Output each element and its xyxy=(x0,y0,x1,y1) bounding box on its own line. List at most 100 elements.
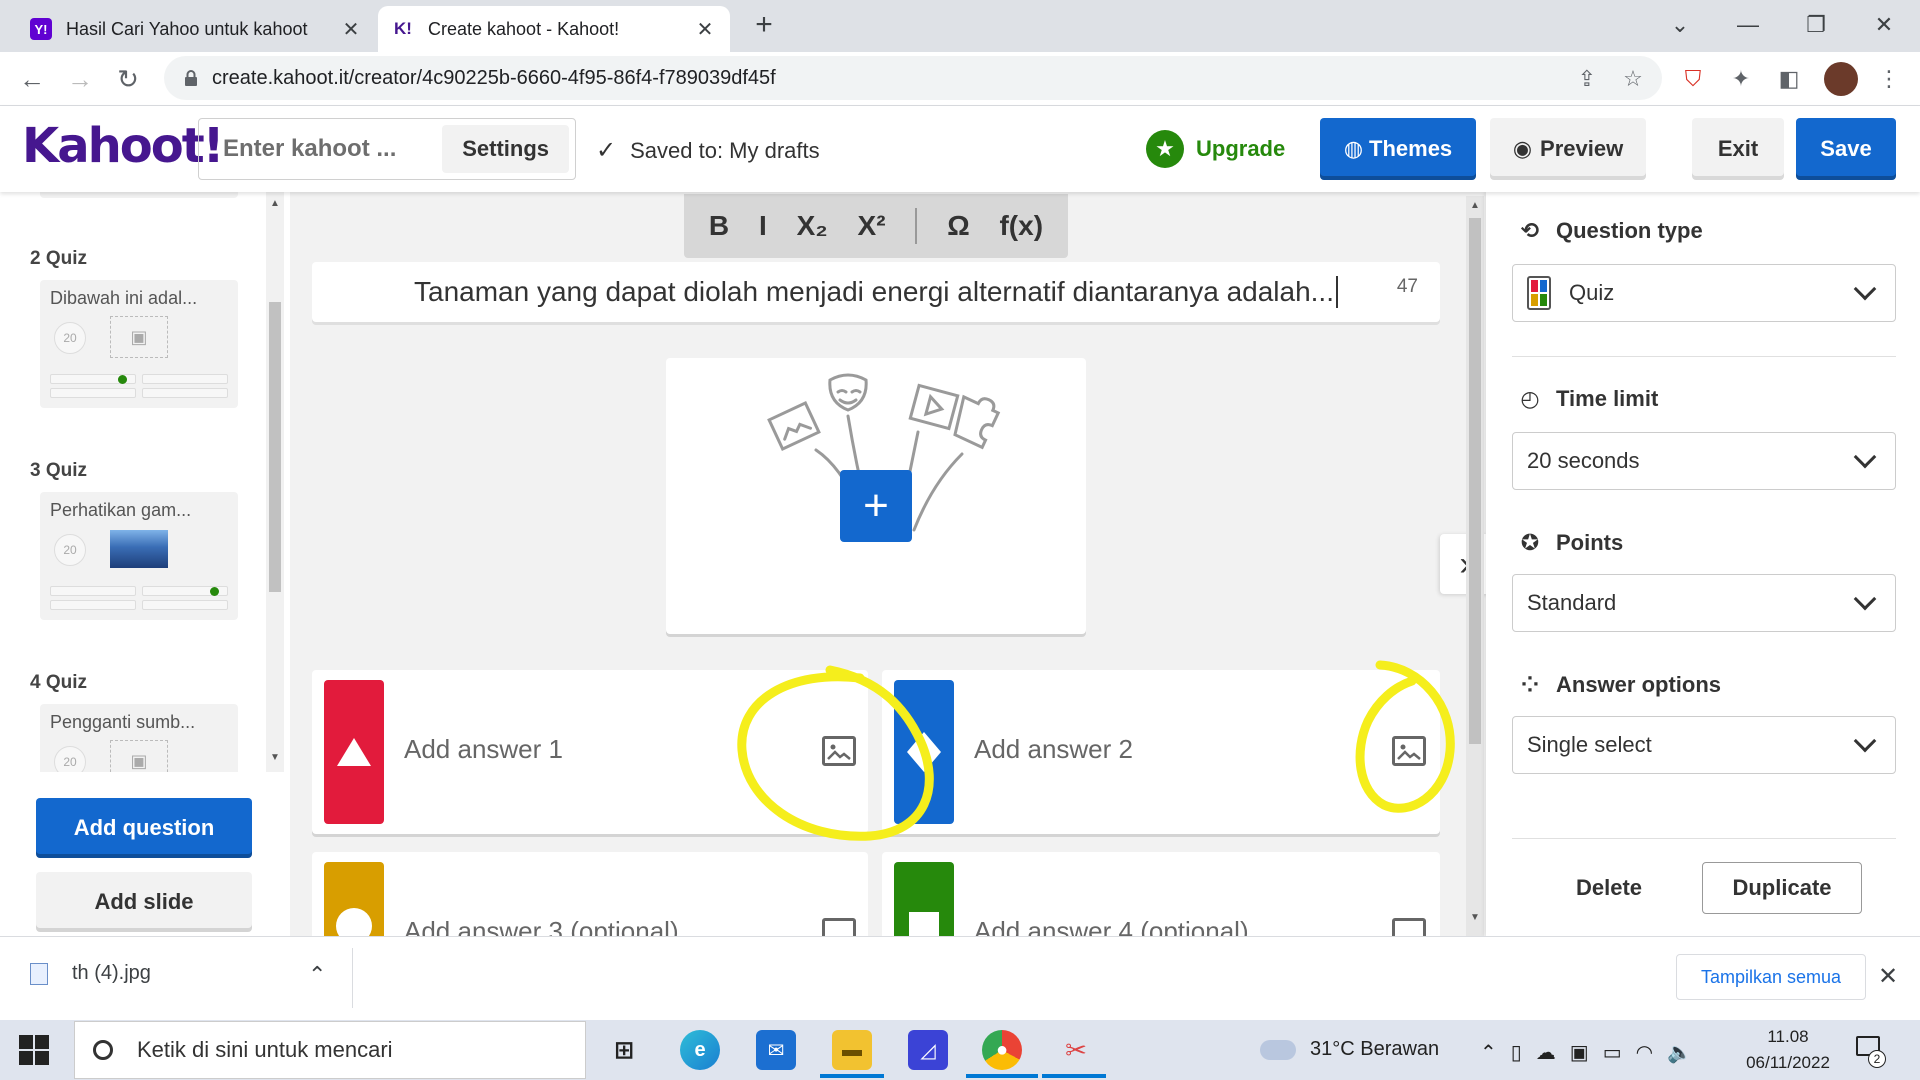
browser-menu-icon[interactable]: ⋮ xyxy=(1872,62,1906,96)
tab-search-chevron-icon[interactable]: ⌄ xyxy=(1660,8,1700,42)
device-icon[interactable]: ▯ xyxy=(1511,1040,1522,1065)
delete-button[interactable]: Delete xyxy=(1552,862,1666,914)
show-hidden-icons-chevron-icon[interactable]: ⌃ xyxy=(1480,1040,1497,1065)
scroll-up-icon[interactable]: ▲ xyxy=(1470,200,1480,211)
back-icon[interactable]: ← xyxy=(14,62,50,98)
notification-center-icon[interactable]: 2 xyxy=(1856,1036,1886,1068)
scroll-down-icon[interactable]: ▼ xyxy=(270,752,280,763)
divider xyxy=(352,948,353,1008)
taskbar-clock[interactable]: 11.08 06/11/2022 xyxy=(1740,1024,1836,1076)
canvas-scrollbar[interactable]: ▲ ▼ xyxy=(1466,196,1484,936)
kahoot-logo[interactable]: Kahoot! xyxy=(22,118,225,174)
title-placeholder[interactable]: Enter kahoot ... xyxy=(223,135,442,163)
save-button[interactable]: Save xyxy=(1796,118,1896,180)
themes-button[interactable]: ◍ Themes xyxy=(1320,118,1476,180)
slide-card[interactable]: Perhatikan gam... 20 xyxy=(40,492,238,620)
new-tab-button[interactable]: + xyxy=(748,10,780,42)
extensions-puzzle-icon[interactable]: ✦ xyxy=(1724,62,1758,96)
answer-option-1[interactable]: Add answer 1 xyxy=(312,670,868,834)
mail-icon[interactable]: ✉ xyxy=(756,1030,796,1070)
settings-button[interactable]: Settings xyxy=(442,125,569,173)
snipping-tool-icon[interactable]: ✂ xyxy=(1056,1030,1096,1070)
add-image-icon[interactable] xyxy=(822,736,856,766)
correct-dot xyxy=(118,375,127,384)
add-slide-button[interactable]: Add slide xyxy=(36,872,252,932)
scrollbar-thumb[interactable] xyxy=(1469,218,1481,744)
add-image-icon[interactable] xyxy=(1392,736,1426,766)
minimize-icon[interactable]: — xyxy=(1728,8,1768,42)
equation-button[interactable]: f(x) xyxy=(999,210,1043,242)
add-media-plus-icon[interactable]: + xyxy=(840,470,912,542)
divider xyxy=(1512,356,1896,357)
share-icon[interactable]: ⇪ xyxy=(1570,62,1604,96)
notification-count: 2 xyxy=(1868,1050,1886,1068)
battery-icon[interactable]: ▭ xyxy=(1603,1040,1622,1065)
screen-icon[interactable]: ▣ xyxy=(1570,1040,1589,1065)
slide-label: 4 Quiz xyxy=(30,672,88,693)
duplicate-button[interactable]: Duplicate xyxy=(1702,862,1862,914)
forward-icon[interactable]: → xyxy=(62,62,98,98)
reload-icon[interactable]: ↻ xyxy=(110,62,146,98)
taskbar-search-input[interactable]: Ketik di sini untuk mencari xyxy=(74,1021,586,1079)
question-type-select[interactable]: Quiz xyxy=(1512,264,1896,322)
answer-line xyxy=(50,600,136,610)
italic-button[interactable]: I xyxy=(759,210,767,242)
address-bar[interactable]: create.kahoot.it/creator/4c90225b-6660-4… xyxy=(164,56,1662,100)
themes-label: Themes xyxy=(1369,136,1453,161)
points-select[interactable]: Standard xyxy=(1512,574,1896,632)
add-question-button[interactable]: Add question xyxy=(36,798,252,858)
wifi-icon[interactable]: ◠ xyxy=(1636,1040,1653,1065)
chrome-icon[interactable]: ● xyxy=(982,1030,1022,1070)
answer-text[interactable]: Add answer 2 xyxy=(974,734,1133,765)
answer-option-2[interactable]: Add answer 2 xyxy=(882,670,1440,834)
special-characters-button[interactable]: Ω xyxy=(947,210,969,242)
slide-card-partial[interactable] xyxy=(40,192,238,198)
restore-icon[interactable]: ❐ xyxy=(1796,8,1836,42)
bold-button[interactable]: B xyxy=(709,210,729,242)
time-limit-select[interactable]: 20 seconds xyxy=(1512,432,1896,490)
slide-card[interactable]: Dibawah ini adal... 20 ▣ xyxy=(40,280,238,408)
volume-icon[interactable]: 🔈 xyxy=(1667,1040,1692,1065)
kahoot-title-field[interactable]: Enter kahoot ... Settings xyxy=(198,118,576,180)
question-type-value: Quiz xyxy=(1569,280,1615,305)
question-text[interactable]: Tanaman yang dapat diolah menjadi energi… xyxy=(414,276,1334,308)
show-all-downloads-button[interactable]: Tampilkan semua xyxy=(1676,954,1866,1000)
profile-avatar[interactable] xyxy=(1824,62,1858,96)
tab-close-icon[interactable]: ✕ xyxy=(340,17,362,42)
chevron-up-icon[interactable]: ⌃ xyxy=(308,962,326,988)
windows-start-icon[interactable] xyxy=(18,1034,50,1066)
question-input[interactable]: Tanaman yang dapat diolah menjadi energi… xyxy=(312,262,1440,322)
answer-options-select[interactable]: Single select xyxy=(1512,716,1896,774)
answer-blue-tile xyxy=(894,680,954,824)
tab-yahoo[interactable]: Y! Hasil Cari Yahoo untuk kahoot ✕ xyxy=(16,6,376,52)
edge-browser-icon[interactable]: e xyxy=(680,1030,720,1070)
tab-kahoot[interactable]: K! Create kahoot - Kahoot! ✕ xyxy=(378,6,730,52)
close-window-icon[interactable]: ✕ xyxy=(1864,8,1904,42)
superscript-button[interactable]: X² xyxy=(858,210,886,242)
sidebar-scrollbar[interactable]: ▲ ▼ xyxy=(266,192,284,772)
file-explorer-icon[interactable]: ▬ xyxy=(832,1030,872,1070)
download-item[interactable]: th (4).jpg xyxy=(30,962,151,985)
side-panel-icon[interactable]: ◧ xyxy=(1772,62,1806,96)
extension-shield-icon[interactable]: ⛉ xyxy=(1676,62,1710,96)
lock-icon xyxy=(184,70,198,86)
scroll-down-icon[interactable]: ▼ xyxy=(1470,912,1480,923)
subscript-button[interactable]: X₂ xyxy=(797,210,828,242)
exit-button[interactable]: Exit xyxy=(1692,118,1784,180)
onedrive-icon[interactable]: ☁ xyxy=(1536,1040,1556,1065)
app-icon[interactable]: ◿ xyxy=(908,1030,948,1070)
upgrade-button[interactable]: ★ Upgrade xyxy=(1146,130,1285,168)
character-counter: 47 xyxy=(1396,276,1418,297)
close-download-bar-icon[interactable]: ✕ xyxy=(1878,962,1898,991)
solar-panel-thumbnail xyxy=(110,530,168,568)
scroll-up-icon[interactable]: ▲ xyxy=(270,198,280,209)
weather-widget[interactable]: 31°C Berawan xyxy=(1260,1038,1439,1061)
saved-text: Saved to: My drafts xyxy=(630,137,820,163)
scrollbar-thumb[interactable] xyxy=(269,302,281,592)
preview-button[interactable]: ◉ Preview xyxy=(1490,118,1646,180)
tab-close-icon[interactable]: ✕ xyxy=(694,17,716,42)
answer-text[interactable]: Add answer 1 xyxy=(404,734,563,765)
bookmark-star-icon[interactable]: ☆ xyxy=(1616,62,1650,96)
task-view-icon[interactable]: ⊞ xyxy=(604,1030,644,1070)
award-icon: ✪ xyxy=(1520,530,1540,555)
